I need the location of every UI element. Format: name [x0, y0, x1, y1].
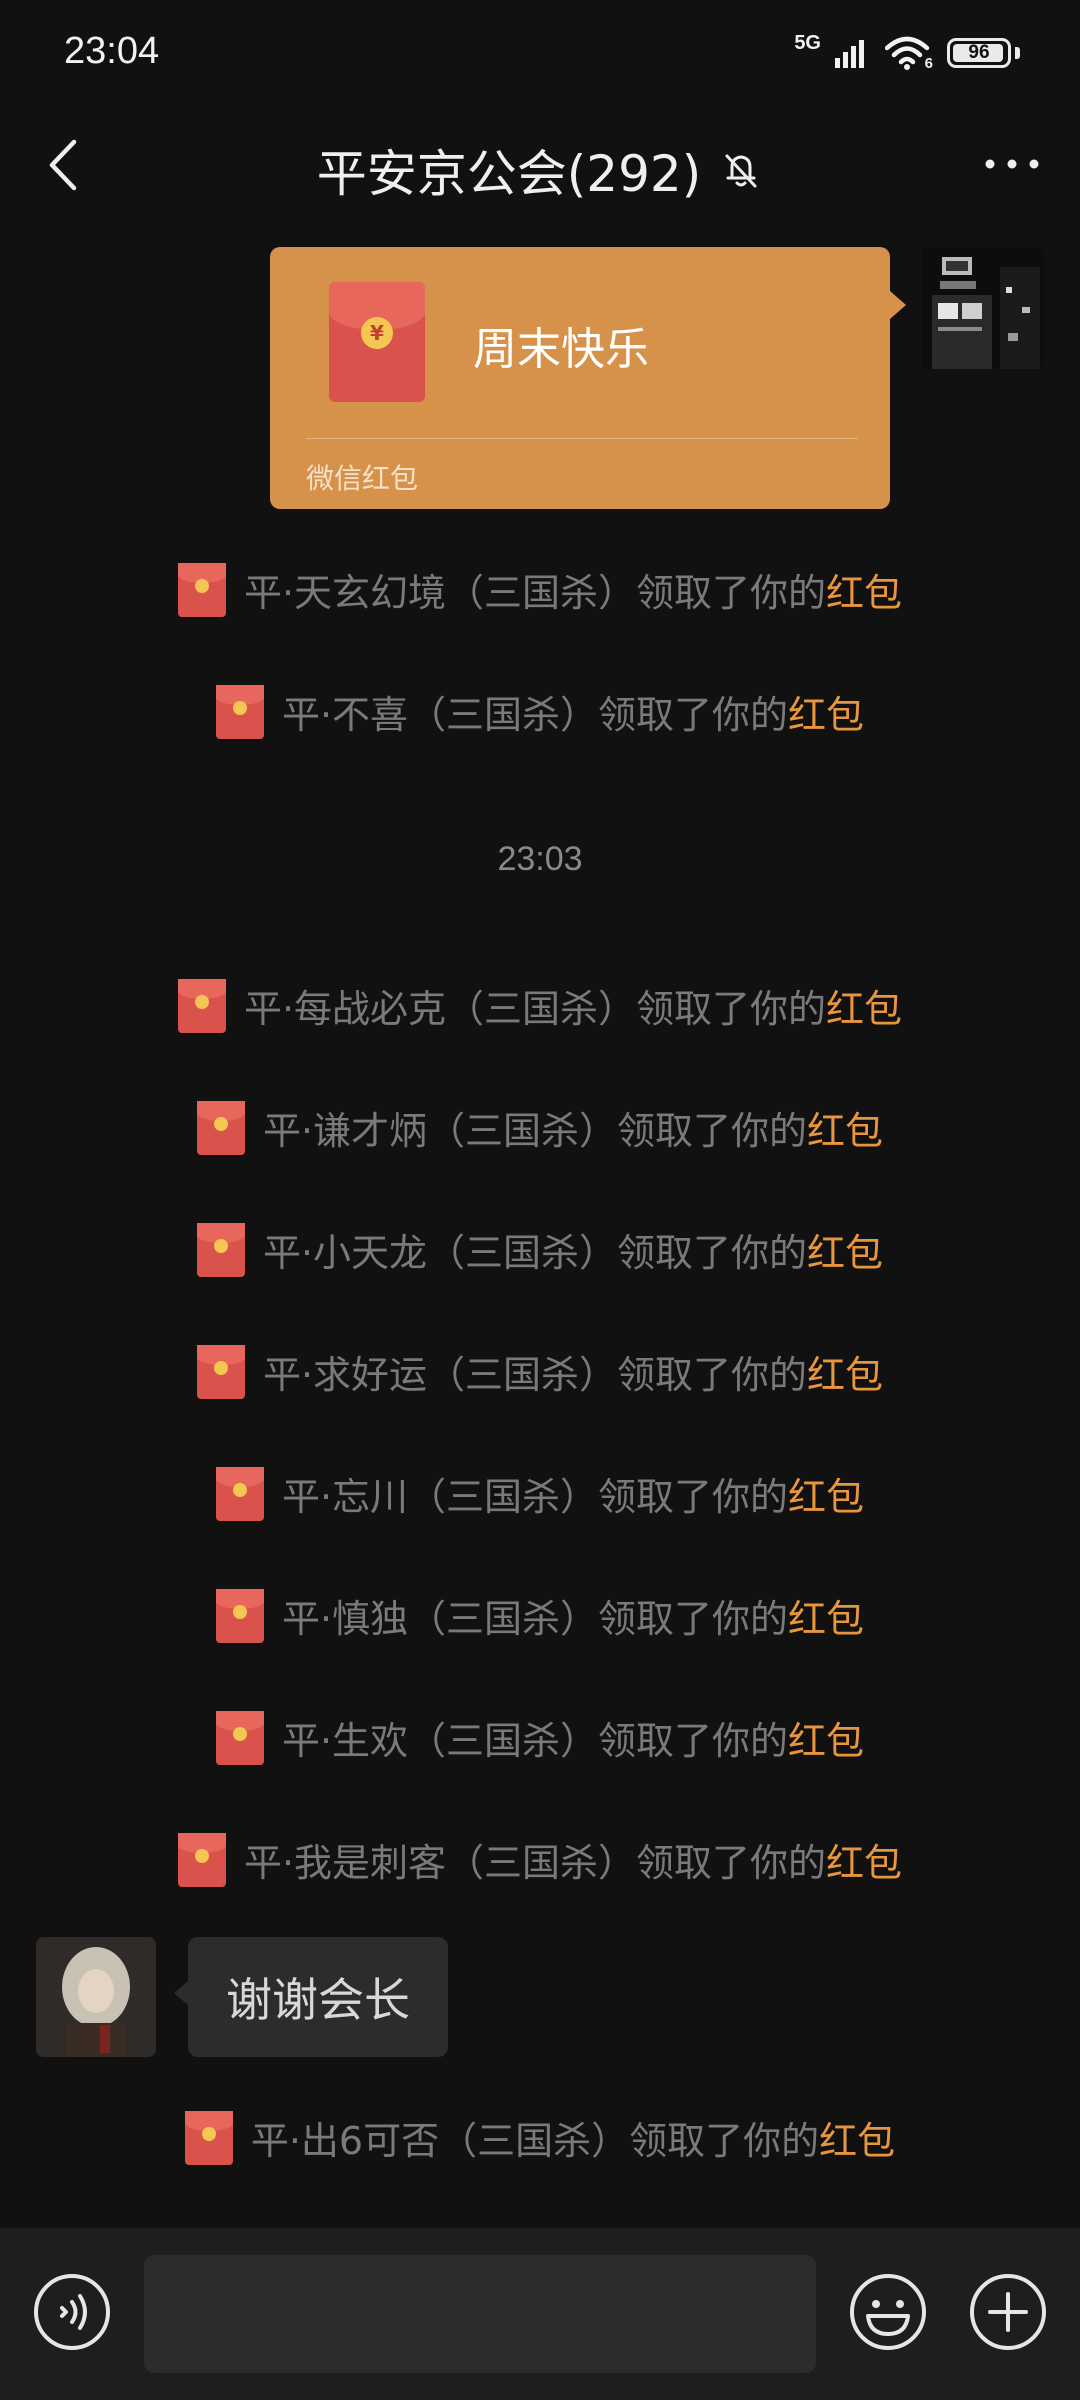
- claim-action-text: 领取了你的: [636, 571, 827, 615]
- status-icons: 5G 6 96: [794, 30, 1020, 76]
- red-packet-greeting: 周末快乐: [473, 324, 649, 375]
- battery-tip: [1015, 47, 1020, 59]
- claim-action-text: 领取了你的: [598, 1597, 789, 1641]
- claim-action-text: 领取了你的: [598, 693, 789, 737]
- signal-icon: [835, 40, 864, 68]
- claimer-name: 平·小天龙（三国杀）: [262, 1231, 618, 1275]
- red-packet-link[interactable]: 红包: [788, 1475, 864, 1519]
- red-packet-divider: [306, 438, 858, 439]
- voice-input-icon[interactable]: [32, 2272, 112, 2352]
- claimer-name: 平·不喜（三国杀）: [281, 693, 599, 737]
- red-packet-icon: [177, 978, 226, 1033]
- status-bar: 23:04 5G 6 96: [0, 0, 1080, 110]
- claim-action-text: 领取了你的: [629, 2119, 820, 2163]
- red-packet-claim-notice: 平·慎独（三国杀）领取了你的红包: [0, 1588, 1080, 1652]
- red-packet-claim-notice: 平·忘川（三国杀）领取了你的红包: [0, 1466, 1080, 1530]
- sender-avatar[interactable]: [36, 1937, 156, 2057]
- red-packet-claim-notice: 平·生欢（三国杀）领取了你的红包: [0, 1710, 1080, 1774]
- red-packet-link[interactable]: 红包: [826, 571, 902, 615]
- red-packet-link[interactable]: 红包: [826, 1841, 902, 1885]
- claimer-name: 平·慎独（三国杀）: [281, 1597, 599, 1641]
- packet-coin: ¥: [361, 317, 393, 349]
- red-packet-link[interactable]: 红包: [826, 987, 902, 1031]
- claimer-name: 平·求好运（三国杀）: [262, 1353, 618, 1397]
- claimer-name: 平·谦才炳（三国杀）: [262, 1109, 618, 1153]
- my-avatar[interactable]: [922, 247, 1044, 369]
- claimer-name: 平·忘川（三国杀）: [281, 1475, 599, 1519]
- claimer-name: 平·天玄幻境（三国杀）: [243, 571, 637, 615]
- chat-title: 平安京公会(292): [316, 145, 702, 203]
- chat-title-wrapper: 平安京公会(292): [0, 134, 1080, 206]
- red-packet-icon: [215, 1466, 264, 1521]
- plus-icon[interactable]: [968, 2272, 1048, 2352]
- claim-action-text: 领取了你的: [598, 1475, 789, 1519]
- red-packet-claim-notice: 平·每战必克（三国杀）领取了你的红包: [0, 978, 1080, 1042]
- input-bar: [0, 2228, 1080, 2400]
- red-packet-claim-notice: 平·求好运（三国杀）领取了你的红包: [0, 1344, 1080, 1408]
- red-packet-claim-notice: 平·不喜（三国杀）领取了你的红包: [0, 684, 1080, 748]
- claimer-name: 平·我是刺客（三国杀）: [243, 1841, 637, 1885]
- claimer-name: 平·出6可否（三国杀）: [250, 2119, 630, 2163]
- message-bubble[interactable]: 谢谢会长: [174, 1937, 448, 2057]
- red-packet-source: 微信红包: [306, 462, 419, 495]
- more-options-icon[interactable]: [976, 134, 1048, 194]
- claim-action-text: 领取了你的: [598, 1719, 789, 1763]
- claim-action-text: 领取了你的: [617, 1109, 808, 1153]
- wifi-icon: 6: [884, 36, 933, 72]
- red-packet-icon: [196, 1344, 245, 1399]
- red-packet-link[interactable]: 红包: [807, 1353, 883, 1397]
- red-packet-claim-notice: 平·出6可否（三国杀）领取了你的红包: [0, 2110, 1080, 2174]
- mute-bell-icon: [725, 154, 757, 188]
- message-input[interactable]: [144, 2255, 816, 2373]
- red-packet-icon: ¥: [329, 282, 425, 402]
- red-packet-link[interactable]: 红包: [788, 1597, 864, 1641]
- claimer-name: 平·生欢（三国杀）: [281, 1719, 599, 1763]
- claim-action-text: 领取了你的: [636, 987, 827, 1031]
- red-packet-claim-notice: 平·天玄幻境（三国杀）领取了你的红包: [0, 562, 1080, 626]
- network-type-label: 5G: [794, 31, 821, 54]
- red-packet-link[interactable]: 红包: [819, 2119, 895, 2163]
- wifi-label: 6: [924, 55, 933, 72]
- red-packet-claim-notice: 平·我是刺客（三国杀）领取了你的红包: [0, 1832, 1080, 1896]
- claim-action-text: 领取了你的: [617, 1231, 808, 1275]
- red-packet-icon: [215, 1710, 264, 1765]
- red-packet-message[interactable]: ¥ 周末快乐 微信红包: [270, 247, 906, 509]
- status-time: 23:04: [64, 30, 160, 72]
- red-packet-link[interactable]: 红包: [807, 1231, 883, 1275]
- red-packet-icon: [215, 684, 264, 739]
- red-packet-icon: [184, 2110, 233, 2165]
- battery-icon: 96: [947, 38, 1011, 68]
- chat-header: 平安京公会(292): [0, 110, 1080, 220]
- red-packet-link[interactable]: 红包: [788, 693, 864, 737]
- emoji-icon[interactable]: [848, 2272, 928, 2352]
- claim-action-text: 领取了你的: [617, 1353, 808, 1397]
- claimer-name: 平·每战必克（三国杀）: [243, 987, 637, 1031]
- timestamp-divider: 23:03: [497, 840, 583, 878]
- red-packet-claim-notice: 平·小天龙（三国杀）领取了你的红包: [0, 1222, 1080, 1286]
- red-packet-icon: [196, 1100, 245, 1155]
- red-packet-icon: [177, 562, 226, 617]
- red-packet-icon: [215, 1588, 264, 1643]
- red-packet-claim-notice: 平·谦才炳（三国杀）领取了你的红包: [0, 1100, 1080, 1164]
- battery-level: 96: [968, 42, 990, 63]
- red-packet-link[interactable]: 红包: [807, 1109, 883, 1153]
- red-packet-icon: [196, 1222, 245, 1277]
- red-packet-link[interactable]: 红包: [788, 1719, 864, 1763]
- red-packet-icon: [177, 1832, 226, 1887]
- claim-action-text: 领取了你的: [636, 1841, 827, 1885]
